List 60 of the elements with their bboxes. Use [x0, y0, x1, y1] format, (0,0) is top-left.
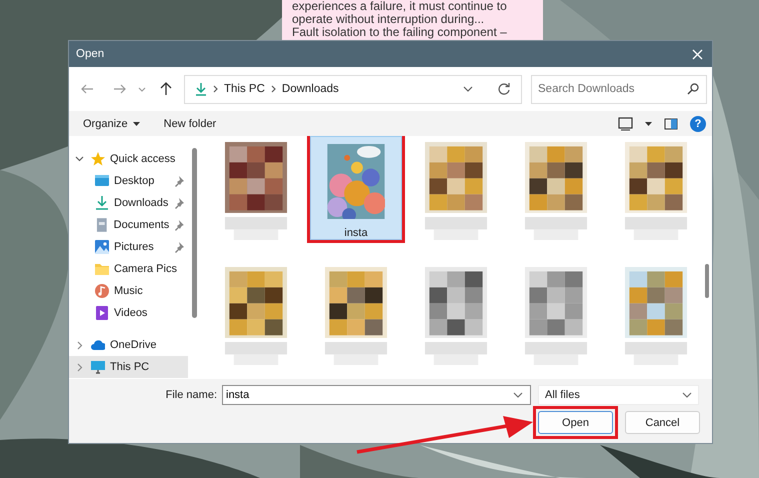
image-icon: [95, 240, 109, 254]
download-icon: [195, 82, 207, 96]
back-arrow-icon[interactable]: [81, 83, 94, 95]
nav-item[interactable]: Quick access: [69, 148, 188, 170]
scrollbar-thumb[interactable]: [705, 264, 709, 298]
file-name-field[interactable]: insta: [222, 385, 531, 405]
pin-icon: [174, 218, 185, 232]
open-button[interactable]: Open: [538, 411, 613, 434]
chevron-right-icon: [270, 85, 276, 93]
up-arrow-icon[interactable]: [160, 82, 172, 96]
chevron-right-icon[interactable]: [75, 362, 84, 372]
file-name: insta: [344, 227, 368, 239]
chevron-down-icon[interactable]: [75, 154, 84, 164]
toolbar-button[interactable]: New folder: [158, 118, 222, 130]
address-bar[interactable]: This PC Downloads: [184, 74, 522, 104]
nav-item[interactable]: This PC: [69, 356, 188, 378]
breadcrumb[interactable]: Downloads: [282, 83, 339, 95]
nav-item[interactable]: Videos: [69, 302, 188, 324]
organize-menu[interactable]: Organize: [77, 118, 146, 130]
search-field[interactable]: Search Downloads: [531, 74, 707, 104]
music-note-icon: [95, 284, 109, 298]
chevron-down-icon: [682, 392, 692, 398]
breadcrumb[interactable]: This PC: [224, 83, 265, 95]
view-icon[interactable]: [618, 116, 633, 130]
nav-item[interactable]: Downloads: [69, 192, 188, 214]
monitor-icon: [91, 360, 105, 374]
nav-item[interactable]: Pictures: [69, 236, 188, 258]
scrollbar-thumb[interactable]: [192, 148, 197, 318]
cloud-icon: [91, 338, 105, 352]
pin-icon: [174, 174, 185, 188]
nav-item[interactable]: OneDrive: [69, 334, 188, 356]
window-title: Open: [76, 48, 104, 60]
chevron-down-icon[interactable]: [463, 86, 473, 92]
nav-item[interactable]: Music: [69, 280, 188, 302]
video-icon: [95, 306, 109, 320]
help-button[interactable]: ?: [690, 116, 706, 132]
star-icon: [91, 152, 105, 166]
file-type-dropdown[interactable]: All files: [538, 385, 699, 405]
chevron-right-icon[interactable]: [75, 340, 84, 350]
chevron-right-icon: [213, 85, 218, 93]
preview-pane-icon[interactable]: [664, 118, 678, 130]
chevron-down-icon[interactable]: [513, 392, 523, 398]
forward-arrow-icon[interactable]: [113, 83, 126, 95]
pin-icon: [174, 240, 185, 254]
refresh-icon[interactable]: [497, 82, 511, 96]
pin-icon: [174, 196, 185, 210]
caret-icon: [132, 122, 140, 126]
cancel-button[interactable]: Cancel: [625, 411, 700, 434]
file-item[interactable]: insta: [310, 136, 402, 240]
folder-icon: [95, 262, 109, 276]
nav-item[interactable]: Camera Pics: [69, 258, 188, 280]
caret-icon[interactable]: [645, 122, 652, 126]
desktop-icon: [95, 174, 109, 188]
nav-item[interactable]: Documents: [69, 214, 188, 236]
download-icon: [95, 196, 109, 210]
nav-item[interactable]: Desktop: [69, 170, 188, 192]
field-label: File name:: [164, 389, 218, 401]
close-icon[interactable]: [692, 48, 703, 60]
search-icon[interactable]: [687, 83, 699, 95]
document-icon: [95, 218, 109, 232]
